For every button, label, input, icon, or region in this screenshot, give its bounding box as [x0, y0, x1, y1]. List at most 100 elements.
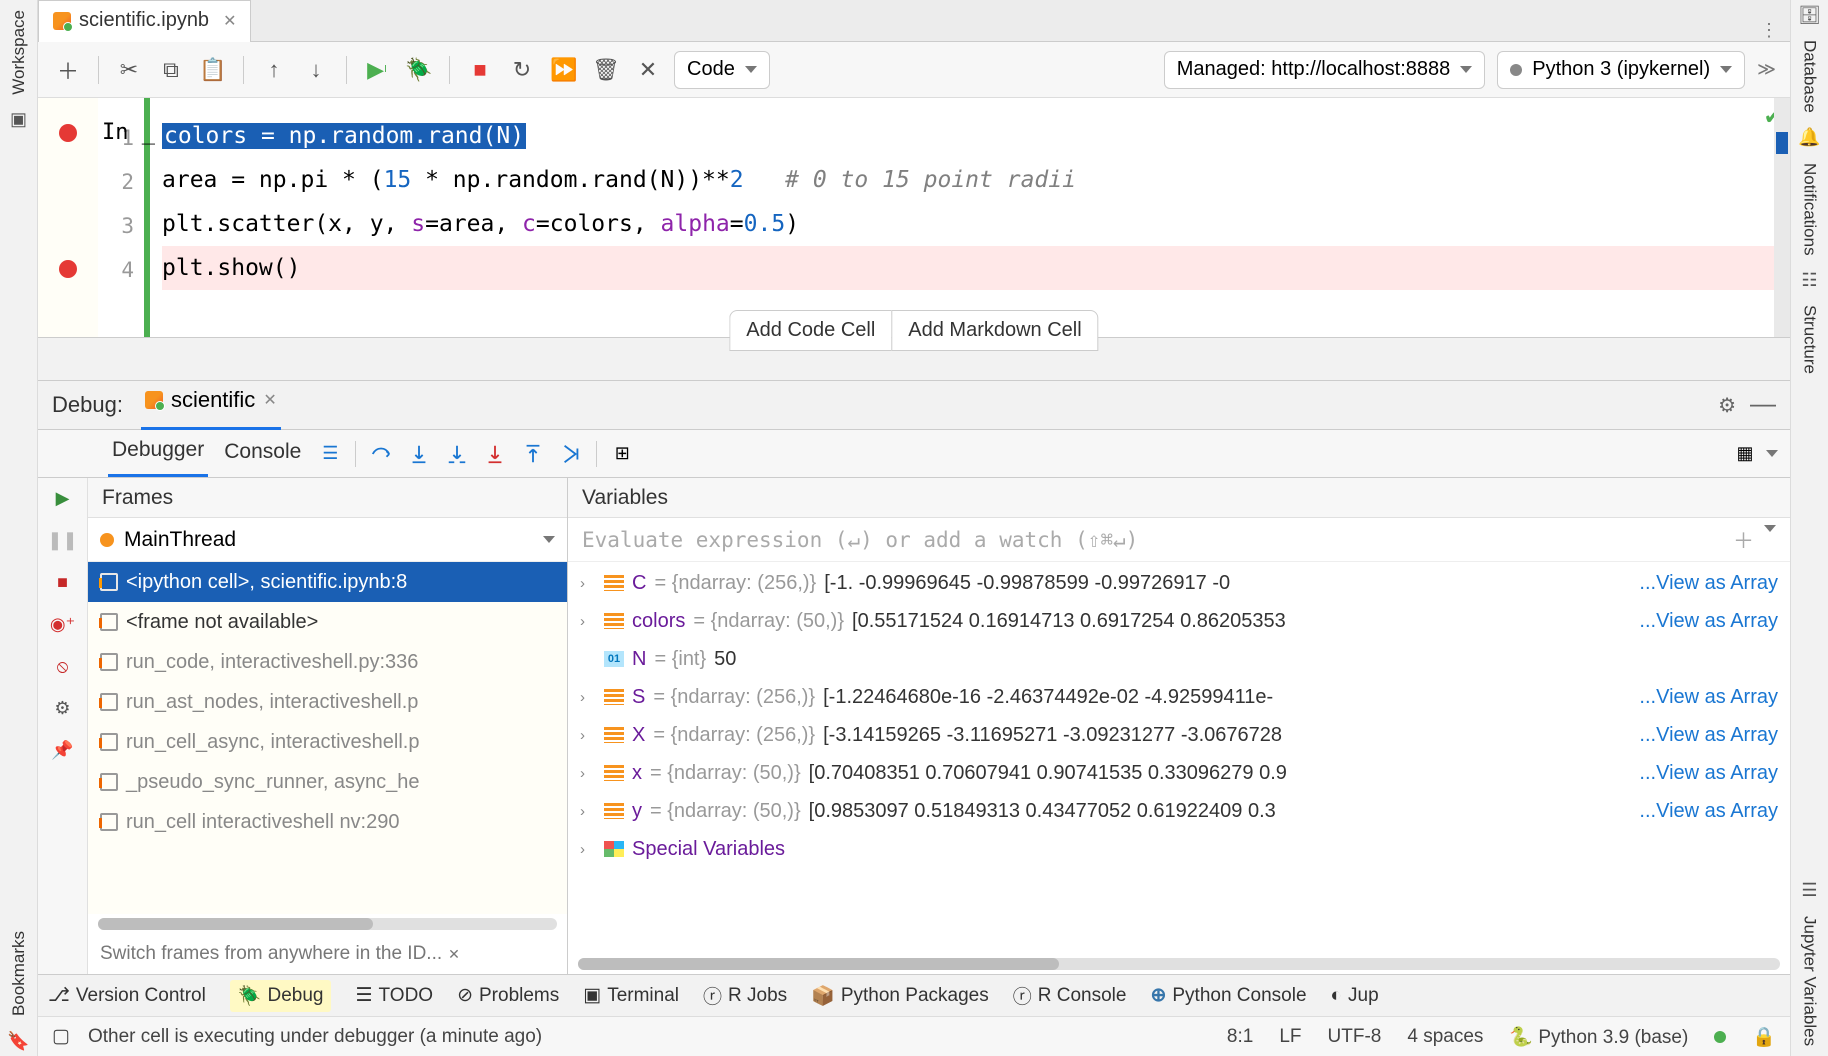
- stack-frame[interactable]: <ipython cell>, scientific.ipynb:8: [88, 562, 567, 602]
- view-breakpoints-icon[interactable]: ◉⁺: [51, 612, 75, 636]
- bookmarks-toolwindow[interactable]: Bookmarks: [9, 925, 29, 1022]
- run-cell-button[interactable]: ▶I: [361, 54, 393, 86]
- expand-icon[interactable]: ›: [580, 613, 596, 630]
- step-out-icon[interactable]: [520, 441, 546, 467]
- evaluate-expression-input[interactable]: Evaluate expression (↵) or add a watch (…: [568, 518, 1790, 562]
- console-tab[interactable]: Console: [220, 432, 305, 476]
- code-editor[interactable]: In _ 1 2 3 4 colors = np.random.rand(N) …: [38, 98, 1790, 338]
- problems-toolwindow[interactable]: ⊘Problems: [457, 984, 559, 1007]
- python-console-toolwindow[interactable]: ⊕Python Console: [1150, 984, 1306, 1007]
- stop-debug-icon[interactable]: ■: [51, 570, 75, 594]
- view-as-array-link[interactable]: ...View as Array: [1633, 762, 1778, 785]
- run-to-cursor-icon[interactable]: [558, 441, 584, 467]
- pause-icon[interactable]: ❚❚: [51, 528, 75, 552]
- variable-row[interactable]: 01 N = {int} 50: [568, 640, 1790, 678]
- add-markdown-cell-button[interactable]: Add Markdown Cell: [891, 310, 1098, 351]
- stop-button[interactable]: ■: [464, 54, 496, 86]
- copy-button[interactable]: ⧉: [155, 54, 187, 86]
- python-packages-toolwindow[interactable]: 📦Python Packages: [811, 984, 989, 1008]
- workspace-toolwindow[interactable]: Workspace: [9, 4, 29, 101]
- view-as-array-link[interactable]: ...View as Array: [1633, 686, 1778, 709]
- view-as-array-link[interactable]: ...View as Array: [1633, 724, 1778, 747]
- pin-panel-icon[interactable]: 📌: [51, 738, 75, 762]
- run-all-button[interactable]: ⏩: [548, 54, 580, 86]
- add-code-cell-button[interactable]: Add Code Cell: [729, 310, 891, 351]
- caret-position[interactable]: 8:1: [1227, 1026, 1253, 1048]
- connection-status-icon[interactable]: [1714, 1031, 1726, 1043]
- step-into-icon[interactable]: [406, 441, 432, 467]
- minimize-panel-icon[interactable]: —: [1750, 388, 1776, 419]
- variable-row[interactable]: › C = {ndarray: (256,)} [-1. -0.99969645…: [568, 564, 1790, 602]
- breakpoint-line-4[interactable]: [59, 260, 77, 278]
- add-cell-button[interactable]: ＋: [52, 54, 84, 86]
- structure-toolwindow[interactable]: Structure: [1800, 299, 1820, 380]
- cell-type-select[interactable]: Code: [674, 51, 770, 89]
- breakpoint-gutter[interactable]: [38, 98, 98, 337]
- managed-server-select[interactable]: Managed: http://localhost:8888: [1164, 51, 1486, 89]
- expand-icon[interactable]: ›: [580, 727, 596, 744]
- file-encoding[interactable]: UTF-8: [1328, 1026, 1382, 1048]
- view-as-array-link[interactable]: ...View as Array: [1633, 572, 1778, 595]
- indent-settings[interactable]: 4 spaces: [1407, 1026, 1483, 1048]
- delete-cell-button[interactable]: 🗑: [590, 54, 622, 86]
- debug-toolwindow[interactable]: 🪲Debug: [230, 980, 332, 1012]
- stack-frame[interactable]: run_cell_async, interactiveshell.p: [88, 722, 567, 762]
- toolbar-overflow-icon[interactable]: ≫: [1757, 59, 1776, 80]
- variable-row[interactable]: › y = {ndarray: (50,)} [0.9853097 0.5184…: [568, 792, 1790, 830]
- tab-options-icon[interactable]: ⋮: [1760, 20, 1778, 41]
- variable-list[interactable]: › C = {ndarray: (256,)} [-1. -0.99969645…: [568, 562, 1790, 954]
- kernel-select[interactable]: Python 3 (ipykernel): [1497, 51, 1745, 89]
- code-content[interactable]: colors = np.random.rand(N) area = np.pi …: [150, 98, 1790, 337]
- restart-button[interactable]: ↻: [506, 54, 538, 86]
- chevron-down-icon[interactable]: [1764, 525, 1776, 532]
- stack-frame[interactable]: <frame not available>: [88, 602, 567, 642]
- move-down-button[interactable]: ↓: [300, 54, 332, 86]
- interpreter-widget[interactable]: 🐍 Python 3.9 (base): [1509, 1025, 1688, 1049]
- resume-icon[interactable]: ▶: [51, 486, 75, 510]
- debug-cell-button[interactable]: 🪲: [403, 54, 435, 86]
- threads-view-icon[interactable]: ☰: [317, 441, 343, 467]
- layout-settings-icon[interactable]: ▦: [1732, 441, 1758, 467]
- stack-frame[interactable]: _pseudo_sync_runner, async_he: [88, 762, 567, 802]
- close-debug-tab-icon[interactable]: ✕: [263, 390, 276, 410]
- line-separator[interactable]: LF: [1279, 1026, 1301, 1048]
- debug-more-settings-icon[interactable]: ⚙: [51, 696, 75, 720]
- frames-scrollbar[interactable]: [98, 918, 557, 930]
- clear-output-button[interactable]: ✕: [632, 54, 664, 86]
- expand-icon[interactable]: ›: [580, 803, 596, 820]
- rjobs-toolwindow[interactable]: ⓡR Jobs: [703, 982, 787, 1009]
- variable-row[interactable]: › Special Variables: [568, 830, 1790, 868]
- stack-frame[interactable]: run_ast_nodes, interactiveshell.p: [88, 682, 567, 722]
- vcs-toolwindow[interactable]: ⎇Version Control: [48, 984, 206, 1007]
- cut-button[interactable]: ✂: [113, 54, 145, 86]
- terminal-toolwindow[interactable]: ▣Terminal: [583, 984, 679, 1007]
- expand-icon[interactable]: ›: [580, 689, 596, 706]
- expand-icon[interactable]: ›: [580, 765, 596, 782]
- force-step-into-icon[interactable]: [482, 441, 508, 467]
- mute-breakpoints-icon[interactable]: ⦸: [51, 654, 75, 678]
- variable-row[interactable]: › S = {ndarray: (256,)} [-1.22464680e-16…: [568, 678, 1790, 716]
- move-up-button[interactable]: ↑: [258, 54, 290, 86]
- jupyter-toolwindow[interactable]: ◐Jup: [1331, 985, 1379, 1007]
- add-watch-icon[interactable]: ＋: [1733, 525, 1754, 555]
- step-over-icon[interactable]: [368, 441, 394, 467]
- thread-selector[interactable]: MainThread: [88, 518, 567, 562]
- close-hint-icon[interactable]: ✕: [448, 946, 460, 963]
- chevron-down-icon[interactable]: [1766, 450, 1778, 457]
- view-as-array-link[interactable]: ...View as Array: [1633, 610, 1778, 633]
- frame-list[interactable]: <ipython cell>, scientific.ipynb:8 <fram…: [88, 562, 567, 914]
- step-into-mycode-icon[interactable]: [444, 441, 470, 467]
- debug-settings-icon[interactable]: ⚙: [1718, 393, 1736, 418]
- debugger-tab[interactable]: Debugger: [108, 430, 208, 477]
- readonly-lock-icon[interactable]: 🔒: [1752, 1025, 1776, 1049]
- variable-row[interactable]: › colors = {ndarray: (50,)} [0.55171524 …: [568, 602, 1790, 640]
- expand-icon[interactable]: ›: [580, 841, 596, 858]
- expand-icon[interactable]: ›: [580, 575, 596, 592]
- todo-toolwindow[interactable]: ☰TODO: [355, 984, 433, 1007]
- notifications-toolwindow[interactable]: Notifications: [1800, 157, 1820, 262]
- editor-tab-scientific[interactable]: scientific.ipynb ✕: [38, 0, 251, 42]
- close-tab-icon[interactable]: ✕: [223, 11, 236, 31]
- stack-frame[interactable]: run_cell interactiveshell nv:290: [88, 802, 567, 842]
- variable-row[interactable]: › X = {ndarray: (256,)} [-3.14159265 -3.…: [568, 716, 1790, 754]
- breakpoint-line-1[interactable]: [59, 124, 77, 142]
